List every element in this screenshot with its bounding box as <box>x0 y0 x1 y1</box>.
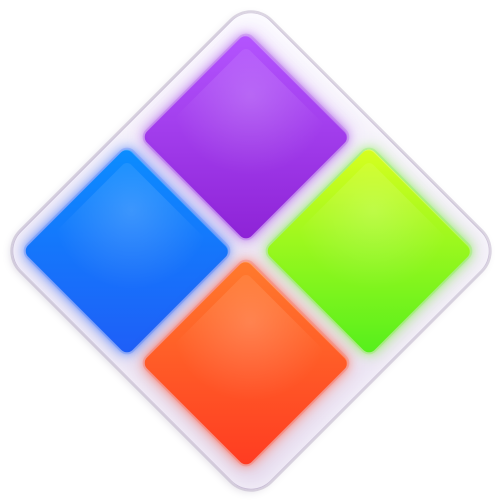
app-icon-canvas <box>0 0 500 500</box>
